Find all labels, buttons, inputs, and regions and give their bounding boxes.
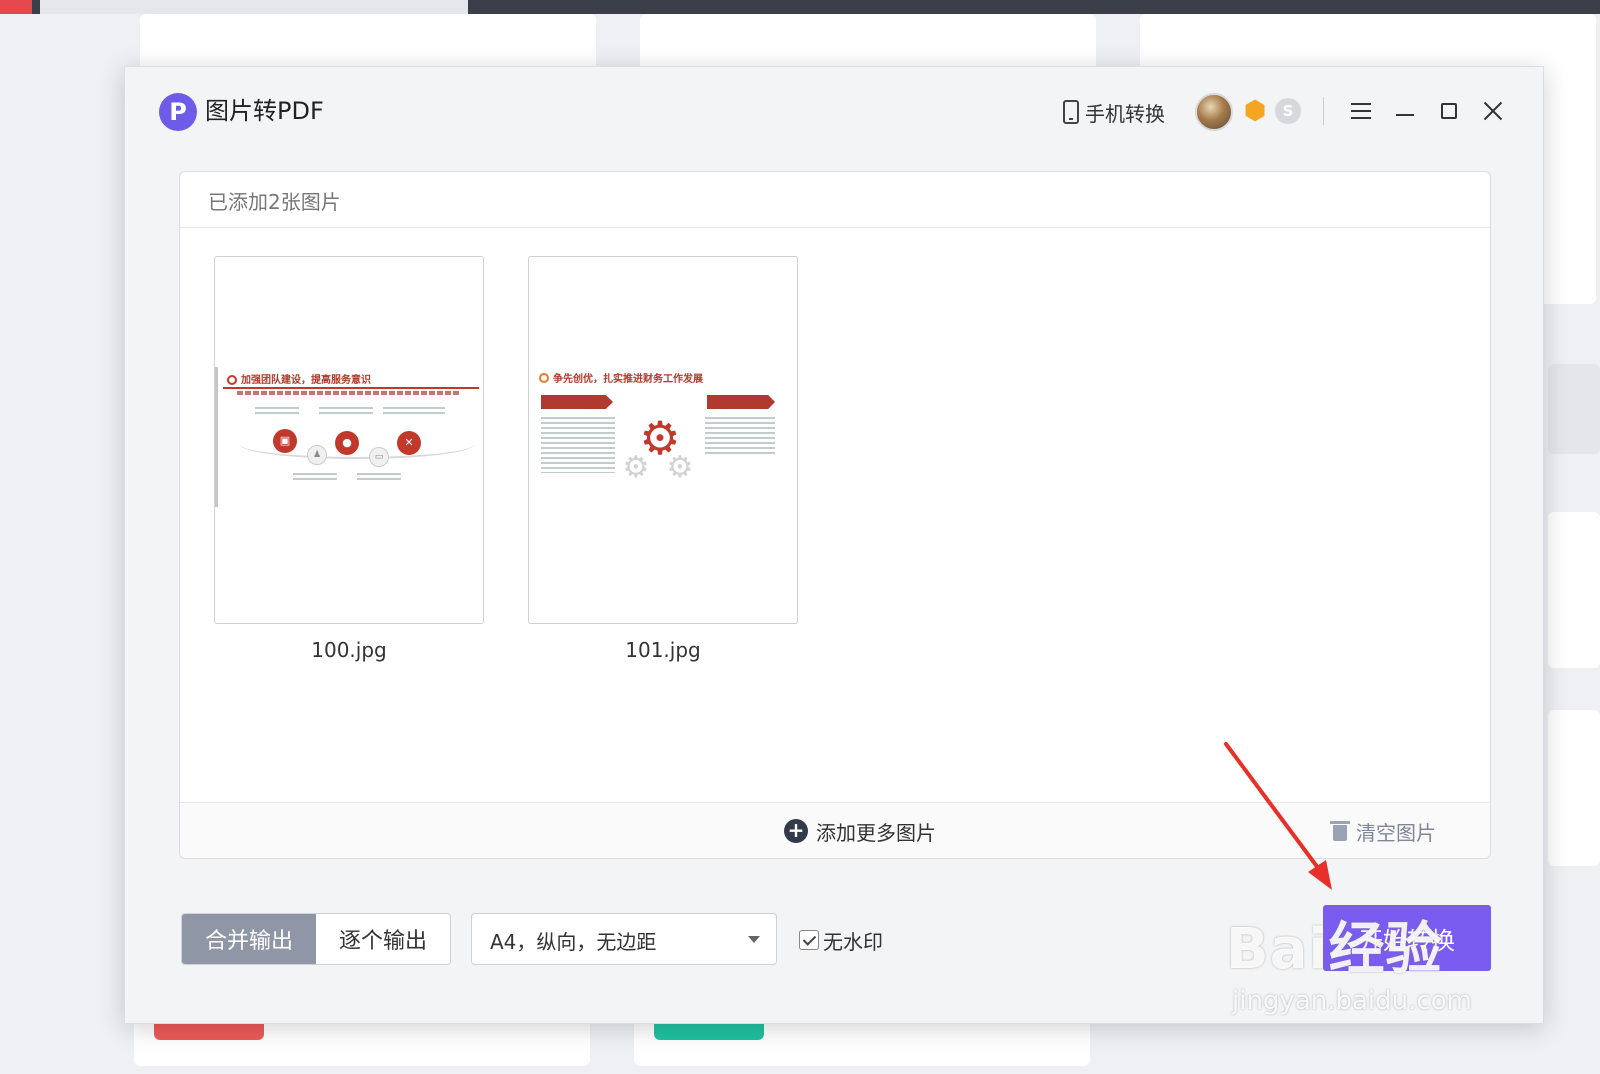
- no-watermark-option[interactable]: 无水印: [799, 927, 883, 954]
- slide-gear-small-icon: ⚙: [666, 450, 694, 485]
- background-card: [1548, 710, 1600, 866]
- hamburger-menu-icon: [1351, 103, 1371, 119]
- slide-person-icon: ♟: [307, 445, 327, 465]
- app-logo-icon: P: [159, 93, 197, 131]
- clear-images-label: 清空图片: [1356, 820, 1436, 845]
- chevron-down-icon: [748, 936, 760, 943]
- panel-header: 已添加2张图片: [180, 172, 1490, 228]
- background-card: [1548, 512, 1600, 668]
- phone-convert-label: 手机转换: [1085, 101, 1165, 126]
- slide-bag-icon: ▣: [273, 429, 297, 453]
- individual-output-button[interactable]: 逐个输出: [316, 914, 450, 964]
- background-card: [1548, 364, 1600, 454]
- plus-icon: +: [784, 819, 808, 843]
- slide-text-block: [255, 407, 299, 417]
- slide-banner: [541, 395, 613, 409]
- slide-text-block: [383, 407, 445, 417]
- close-icon: [1483, 101, 1503, 121]
- background-app-tab-accent: [0, 0, 32, 14]
- thumbnail-filename: 100.jpg: [311, 638, 387, 662]
- add-more-images-button[interactable]: + 添加更多图片: [784, 816, 936, 846]
- title-bar-divider: [1323, 97, 1324, 125]
- slide-text-block: [293, 473, 337, 483]
- baidu-watermark-url: jingyan.baidu.com: [1232, 986, 1472, 1016]
- minimize-button[interactable]: [1387, 93, 1423, 129]
- slide-gear-small-icon: ⚙: [622, 450, 650, 485]
- minimize-icon: [1396, 114, 1414, 116]
- background-title-bar: [0, 0, 1600, 14]
- background-card: [140, 14, 596, 74]
- coin-badge-icon[interactable]: S: [1275, 98, 1301, 124]
- slide-title: 争先创优，扎实推进财务工作发展: [553, 374, 703, 385]
- thumbnail-filename: 101.jpg: [625, 638, 701, 662]
- dialog-title-bar: P 图片转PDF 手机转换 ⬢ S: [125, 67, 1543, 157]
- slide-bullet-icon: [227, 375, 237, 385]
- user-avatar[interactable]: [1195, 93, 1233, 131]
- phone-convert-button[interactable]: 手机转换: [1063, 97, 1165, 127]
- slide-tools-icon: ✕: [397, 431, 421, 455]
- slide-screen-icon: ▭: [369, 447, 389, 467]
- slide-text-block: [357, 473, 401, 483]
- thumbnail-preview[interactable]: 争先创优，扎实推进财务工作发展 ⚙ ⚙ ⚙: [528, 256, 798, 624]
- slide-text-block: [319, 407, 373, 417]
- background-app-tab: [40, 0, 468, 14]
- page-setting-select[interactable]: A4，纵向，无边距: [471, 913, 777, 965]
- slide-text-block: [705, 417, 775, 457]
- add-more-images-label: 添加更多图片: [816, 820, 936, 845]
- dialog-title: 图片转PDF: [205, 97, 324, 125]
- background-card: [640, 14, 1096, 74]
- slide-title-rule: [223, 387, 479, 389]
- slide-banner: [707, 395, 775, 409]
- vip-badge-icon[interactable]: ⬢: [1241, 97, 1269, 125]
- maximize-button[interactable]: [1431, 93, 1467, 129]
- thumbnail-preview[interactable]: 加强团队建设，提高服务意识 ▣ ♟ ● ▭ ✕: [214, 256, 484, 624]
- page-setting-value: A4，纵向，无边距: [490, 930, 657, 954]
- merge-output-button[interactable]: 合并输出: [182, 914, 316, 964]
- no-watermark-checkbox[interactable]: [799, 930, 819, 950]
- baidu-watermark-brand: Bai经验: [1226, 917, 1443, 982]
- image-thumbnail[interactable]: 争先创优，扎实推进财务工作发展 ⚙ ⚙ ⚙ 101.jpg: [528, 256, 798, 662]
- slide-sidebar-line: [215, 367, 218, 507]
- added-count-label: 已添加2张图片: [208, 190, 341, 214]
- slide-text-block: [541, 417, 615, 473]
- slide-chat-icon: ●: [335, 431, 359, 455]
- output-mode-toggle: 合并输出 逐个输出: [181, 913, 451, 965]
- close-button[interactable]: [1475, 93, 1511, 129]
- no-watermark-label: 无水印: [823, 929, 883, 954]
- phone-icon: [1063, 100, 1079, 124]
- slide-bullet-icon: [539, 373, 549, 383]
- slide-subtitle-line: [237, 391, 459, 395]
- maximize-icon: [1441, 103, 1457, 119]
- annotation-arrow-icon: [1224, 742, 1332, 890]
- baidu-watermark: Bai经验 jingyan.baidu.com: [1226, 917, 1472, 1017]
- slide-title: 加强团队建设，提高服务意识: [241, 375, 371, 386]
- image-thumbnail[interactable]: 加强团队建设，提高服务意识 ▣ ♟ ● ▭ ✕ 100.jpg: [214, 256, 484, 662]
- menu-button[interactable]: [1343, 93, 1379, 129]
